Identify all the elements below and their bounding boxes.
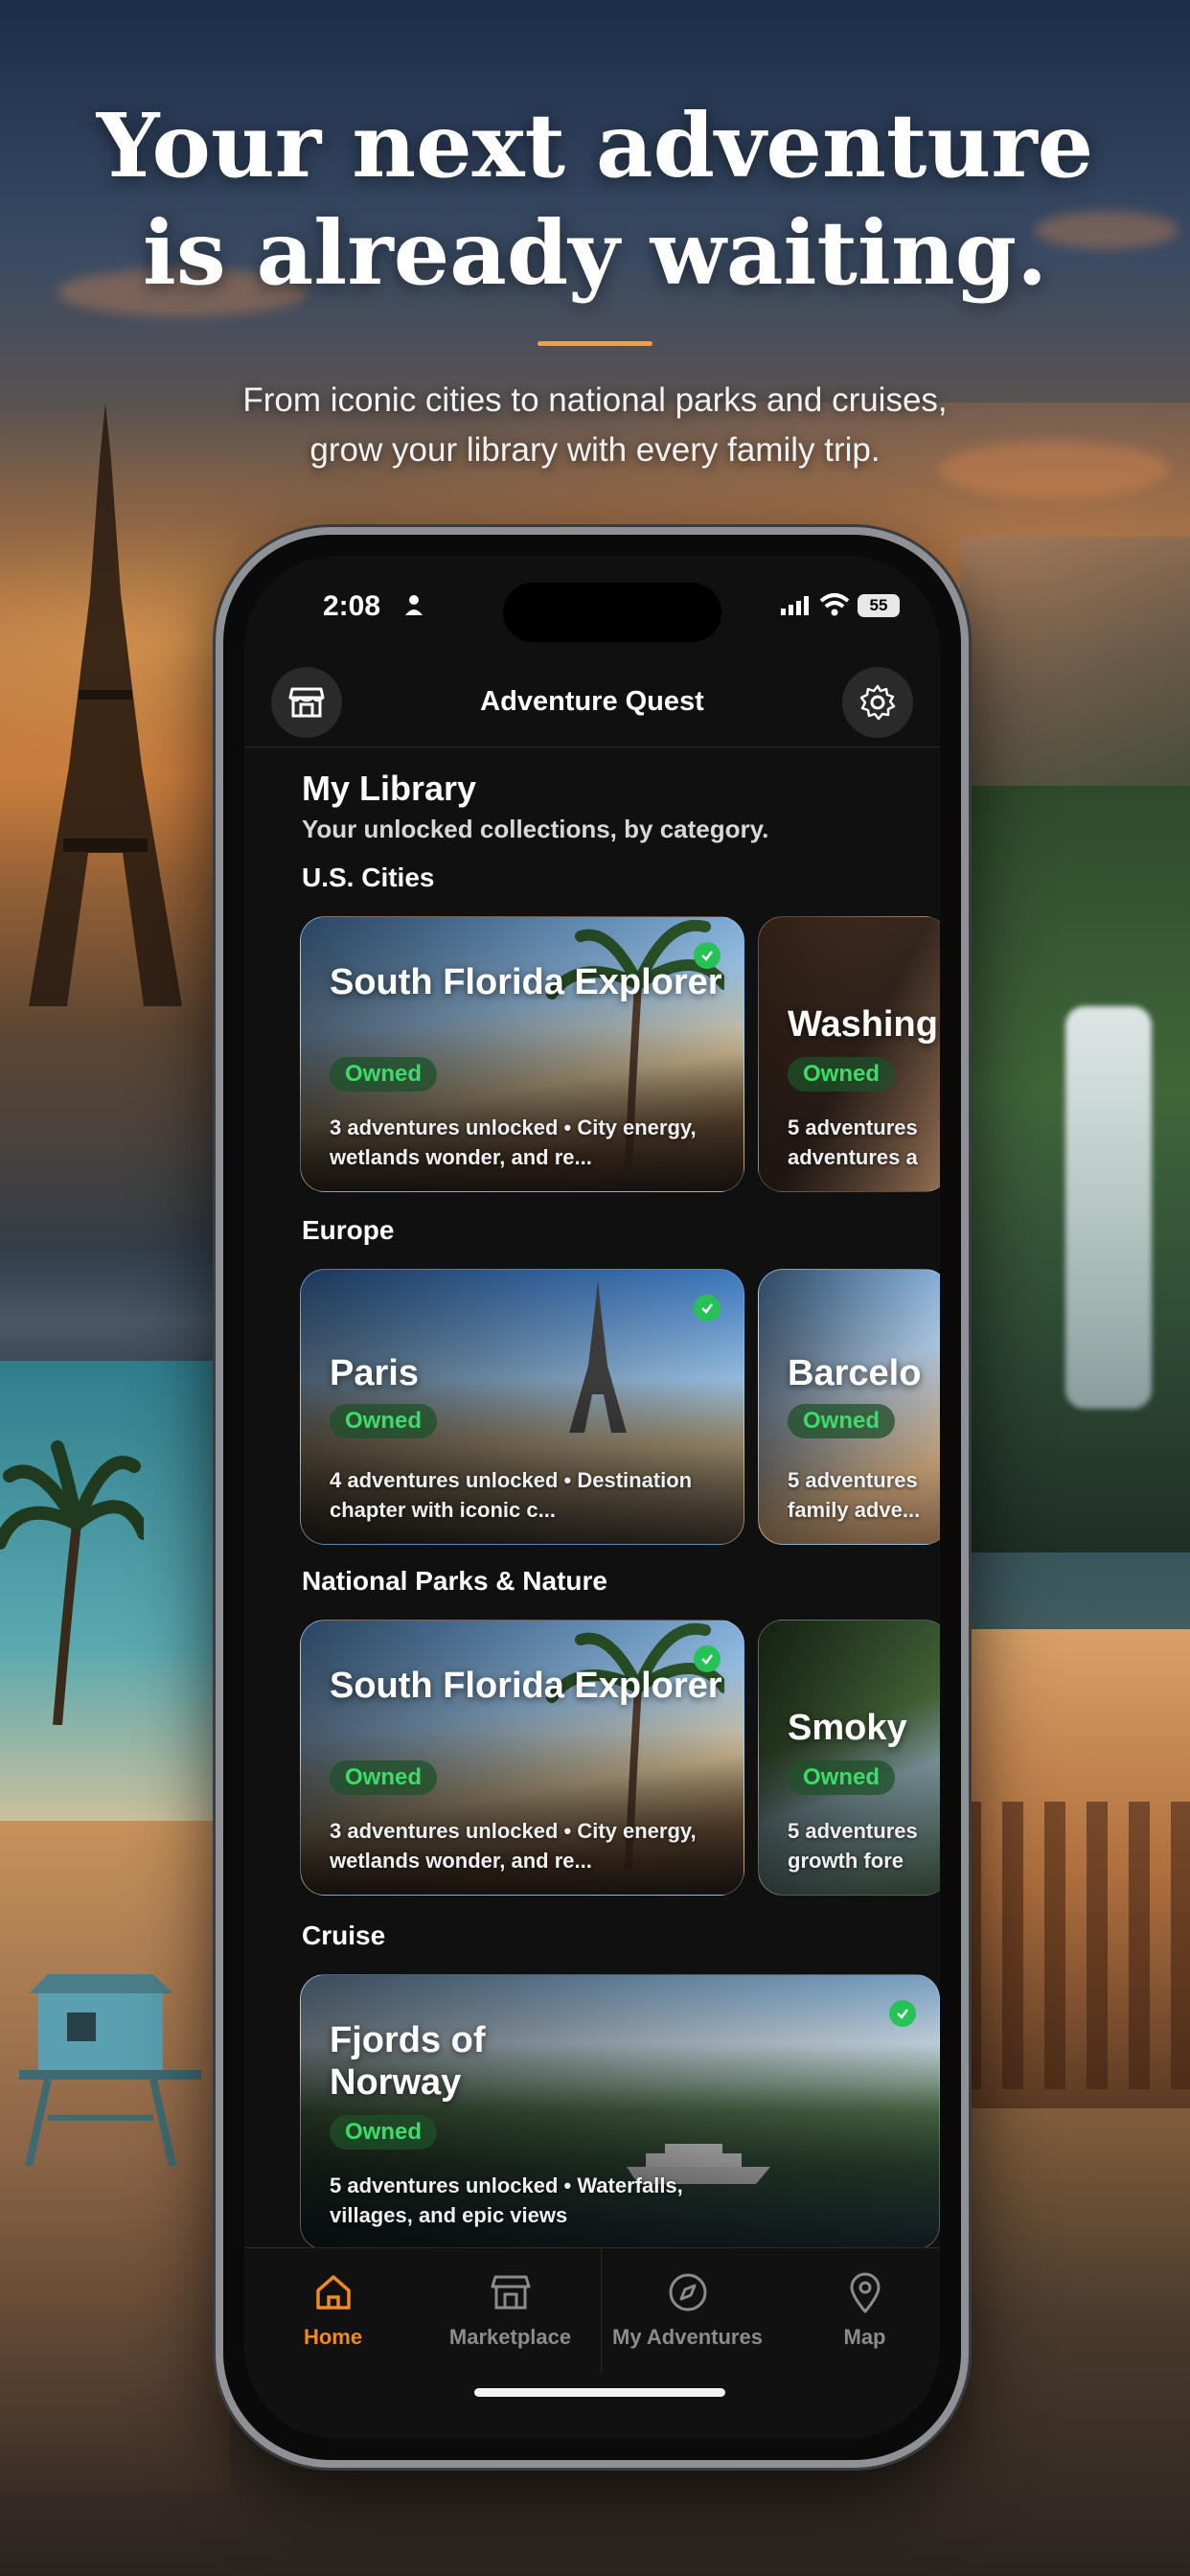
person-icon bbox=[405, 595, 423, 615]
mountain-cliff-image bbox=[960, 537, 1190, 824]
settings-button[interactable] bbox=[842, 667, 913, 738]
check-icon bbox=[694, 942, 721, 969]
cellular-signal-icon bbox=[781, 596, 809, 615]
collection-card-south-florida-nature[interactable]: South Florida Explorer Owned 3 adventure… bbox=[300, 1620, 744, 1896]
card-title: South Florida Explorer bbox=[330, 962, 722, 1002]
compass-icon bbox=[669, 2273, 706, 2312]
collection-card-fjords-of-norway[interactable]: Fjords of Norway Owned 5 adventures unlo… bbox=[300, 1974, 940, 2250]
phone-frame: 2:08 55 Adventure Quest My Library Your … bbox=[216, 527, 969, 2468]
gear-icon bbox=[859, 684, 896, 721]
card-description: 5 adventures unlocked • Waterfalls, vill… bbox=[330, 2174, 683, 2227]
tab-label: Marketplace bbox=[448, 2325, 572, 2349]
owned-badge: Owned bbox=[330, 2115, 438, 2150]
check-icon bbox=[889, 2000, 916, 2027]
phone-screen: 2:08 55 Adventure Quest My Library Your … bbox=[244, 556, 940, 2439]
collection-card-south-florida[interactable]: South Florida Explorer Owned 3 adventure… bbox=[300, 916, 744, 1192]
owned-badge: Owned bbox=[330, 1057, 438, 1092]
tab-map[interactable]: Map bbox=[776, 2269, 940, 2350]
tab-marketplace[interactable]: Marketplace bbox=[422, 2269, 599, 2350]
hero-headline-line-1: Your next adventure bbox=[96, 94, 1094, 197]
lifeguard-tower-image bbox=[19, 1974, 201, 2166]
card-description: 3 adventures unlocked • City energy, wet… bbox=[330, 1819, 697, 1873]
card-title: Barcelo bbox=[788, 1353, 922, 1393]
check-icon bbox=[694, 1295, 721, 1322]
waterfall-image bbox=[1065, 1006, 1152, 1409]
tab-label: Home bbox=[303, 2325, 363, 2349]
section-label-us-cities: U.S. Cities bbox=[302, 862, 435, 892]
app-header: Adventure Quest bbox=[244, 652, 940, 748]
card-description: 5 adventures family adve... bbox=[788, 1468, 921, 1522]
tab-bar: Home Marketplace My Adventures Map bbox=[244, 2247, 940, 2439]
status-bar: 2:08 55 bbox=[244, 556, 940, 642]
owned-badge: Owned bbox=[788, 1057, 896, 1092]
card-title: Fjords of Norway bbox=[330, 2020, 486, 2103]
coliseum-arches bbox=[960, 1802, 1190, 2089]
tab-my-adventures[interactable]: My Adventures bbox=[599, 2269, 776, 2350]
owned-badge: Owned bbox=[788, 1760, 896, 1795]
collection-card-paris[interactable]: Paris Owned 4 adventures unlocked • Dest… bbox=[300, 1269, 744, 1545]
card-title: Paris bbox=[330, 1353, 419, 1393]
hero-subhead-line-2: grow your library with every family trip… bbox=[309, 431, 881, 469]
status-time: 2:08 bbox=[323, 590, 381, 622]
section-label-national-parks: National Parks & Nature bbox=[302, 1566, 607, 1596]
hero-subhead-line-1: From iconic cities to national parks and… bbox=[242, 381, 948, 419]
card-description: 5 adventures adventures a bbox=[788, 1116, 918, 1169]
card-title: South Florida Explorer bbox=[330, 1666, 722, 1706]
hero-headline: Your next adventure is already waiting. bbox=[0, 92, 1190, 307]
eiffel-tower-image bbox=[29, 402, 182, 1006]
card-description: 5 adventures growth fore bbox=[788, 1819, 918, 1873]
card-description: 4 adventures unlocked • Destination chap… bbox=[330, 1468, 693, 1522]
hero-subhead: From iconic cities to national parks and… bbox=[0, 376, 1190, 475]
home-indicator bbox=[474, 2388, 725, 2397]
section-label-cruise: Cruise bbox=[302, 1920, 386, 1950]
library-title: My Library bbox=[302, 769, 477, 808]
card-title: Washing bbox=[788, 1004, 938, 1045]
owned-badge: Owned bbox=[330, 1404, 438, 1438]
collection-card-smoky[interactable]: Smoky Owned 5 adventures growth fore bbox=[758, 1620, 940, 1896]
library-subtitle: Your unlocked collections, by category. bbox=[302, 815, 769, 843]
check-icon bbox=[694, 1645, 721, 1672]
map-pin-icon bbox=[850, 2272, 880, 2313]
owned-badge: Owned bbox=[788, 1404, 896, 1438]
collection-card-washington[interactable]: Washing Owned 5 adventures adventures a bbox=[758, 916, 940, 1192]
hero-headline-line-2: is already waiting. bbox=[142, 201, 1048, 305]
card-description: 3 adventures unlocked • City energy, wet… bbox=[330, 1116, 697, 1169]
accent-divider bbox=[538, 341, 652, 346]
tab-label: Map bbox=[843, 2325, 886, 2349]
owned-badge: Owned bbox=[330, 1760, 438, 1795]
home-icon bbox=[315, 2275, 351, 2310]
section-label-europe: Europe bbox=[302, 1215, 395, 1245]
wifi-icon bbox=[819, 593, 850, 616]
app-title: Adventure Quest bbox=[480, 686, 704, 717]
palm-tree-image bbox=[0, 1440, 144, 1725]
storefront-icon bbox=[491, 2275, 530, 2310]
dynamic-island bbox=[503, 583, 721, 642]
battery-indicator: 55 bbox=[858, 594, 900, 617]
tab-label: My Adventures bbox=[612, 2325, 763, 2349]
tab-home[interactable]: Home bbox=[244, 2269, 422, 2350]
card-title: Smoky bbox=[788, 1708, 907, 1748]
collection-card-barcelona[interactable]: Barcelo Owned 5 adventures family adve..… bbox=[758, 1269, 940, 1545]
